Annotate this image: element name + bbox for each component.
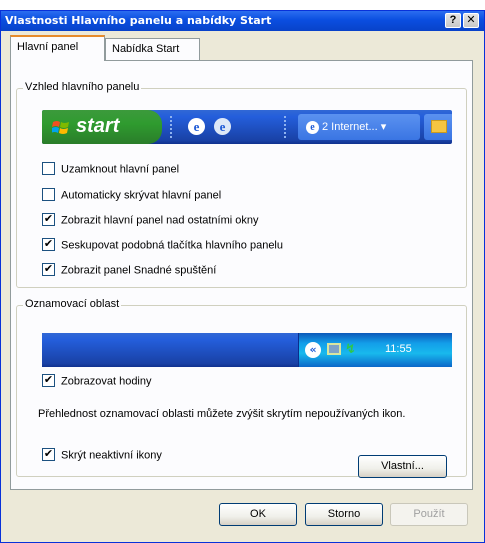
apply-button[interactable]: Použít (390, 503, 468, 526)
network-icon (327, 343, 341, 355)
checkbox[interactable] (42, 374, 55, 387)
option-on-top[interactable]: Zobrazit hlavní panel nad ostatními okny (42, 213, 259, 230)
option-show-clock[interactable]: Zobrazovat hodiny (42, 374, 152, 391)
toolbar-grip (170, 116, 173, 138)
chevron-down-icon: ▾ (380, 121, 387, 133)
notification-description: Přehlednost oznamovací oblasti můžete zv… (38, 408, 406, 420)
background-window-edge (0, 0, 485, 10)
task-button-internet: e2 Internet... ▾ (298, 114, 420, 140)
task-button-folder (424, 114, 452, 140)
checkbox[interactable] (42, 238, 55, 251)
option-label: Zobrazovat hodiny (61, 375, 152, 388)
checkbox[interactable] (42, 188, 55, 201)
task-label: 2 Internet... (322, 121, 378, 133)
windows-logo-icon (52, 121, 69, 134)
expand-tray-icon: « (305, 342, 321, 358)
notification-area-preview: « ↯ 11:55 (298, 333, 452, 367)
group-title: Vzhled hlavního panelu (23, 81, 142, 93)
checkbox[interactable] (42, 448, 55, 461)
close-icon[interactable]: ✕ (463, 13, 479, 28)
tab-start-menu[interactable]: Nabídka Start (105, 38, 200, 60)
tab-taskbar[interactable]: Hlavní panel (10, 35, 105, 61)
toolbar-grip (284, 116, 287, 138)
taskbar-preview: start e e e2 Internet... ▾ (42, 110, 452, 144)
cancel-button[interactable]: Storno (305, 503, 383, 526)
option-label: Zobrazit hlavní panel nad ostatními okny (61, 214, 259, 227)
start-label: start (76, 115, 120, 137)
option-group-buttons[interactable]: Seskupovat podobná tlačítka hlavního pan… (42, 238, 283, 255)
start-button-preview: start (42, 110, 162, 144)
help-icon[interactable]: ? (445, 13, 461, 28)
ie-icon: e (188, 118, 205, 135)
sync-arrow-icon: ↯ (345, 342, 356, 357)
checkbox[interactable] (42, 263, 55, 276)
option-label: Seskupovat podobná tlačítka hlavního pan… (61, 239, 283, 252)
title-bar[interactable]: Vlastnosti Hlavního panelu a nabídky Sta… (1, 11, 484, 31)
option-autohide[interactable]: Automaticky skrývat hlavní panel (42, 188, 222, 205)
window-title: Vlastnosti Hlavního panelu a nabídky Sta… (5, 14, 272, 27)
checkbox[interactable] (42, 213, 55, 226)
option-label: Zobrazit panel Snadné spuštění (61, 264, 217, 277)
ok-button[interactable]: OK (219, 503, 297, 526)
option-label: Skrýt neaktivní ikony (61, 449, 162, 462)
clock-preview: 11:55 (385, 343, 412, 355)
tray-preview: « ↯ 11:55 (42, 333, 452, 367)
folder-icon (431, 120, 447, 133)
option-hide-inactive[interactable]: Skrýt neaktivní ikony (42, 448, 162, 465)
customize-button[interactable]: Vlastní... (358, 455, 447, 478)
option-label: Uzamknout hlavní panel (61, 163, 180, 176)
ie-updater-icon: e (214, 118, 231, 135)
ie-icon: e (306, 120, 319, 134)
option-quick-launch[interactable]: Zobrazit panel Snadné spuštění (42, 263, 217, 280)
option-label: Automaticky skrývat hlavní panel (61, 189, 222, 202)
option-lock-taskbar[interactable]: Uzamknout hlavní panel (42, 162, 180, 179)
checkbox[interactable] (42, 162, 55, 175)
group-title: Oznamovací oblast (23, 298, 122, 310)
